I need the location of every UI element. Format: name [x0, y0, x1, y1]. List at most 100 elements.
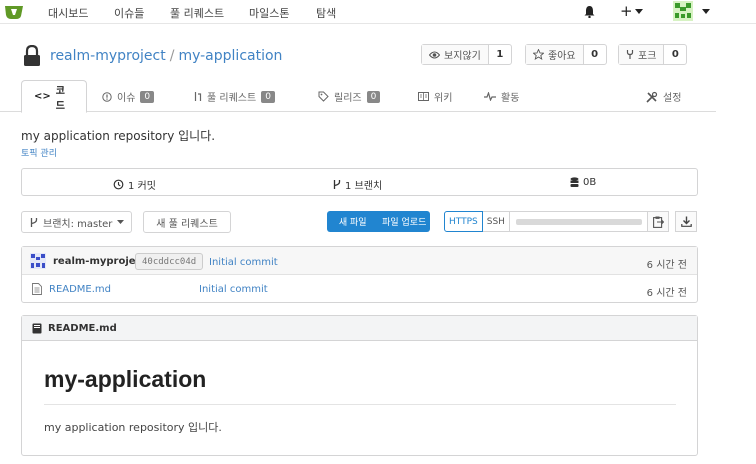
readme-heading: my-application — [44, 366, 207, 392]
tab-settings-label: 설정 — [663, 93, 682, 104]
latest-commit-row: realm-myproject 40cddcc04d Initial commi… — [22, 247, 697, 275]
committer-avatar[interactable] — [30, 253, 46, 269]
top-navbar: 대시보드 이슈들 풀 리퀘스트 마일스톤 탐색 + — [0, 0, 756, 24]
file-commit-link[interactable]: Initial commit — [199, 284, 268, 295]
tag-icon — [318, 91, 329, 102]
tools-icon — [646, 91, 658, 103]
nav-milestones[interactable]: 마일스톤 — [249, 5, 289, 21]
clone-url-redacted — [515, 218, 642, 225]
tab-releases[interactable]: 릴리즈 0 — [306, 80, 392, 113]
star-count[interactable]: 0 — [584, 45, 606, 64]
branch-dropdown-label: 브랜치: master — [43, 218, 113, 230]
issues-count-badge: 0 — [140, 90, 155, 103]
new-pull-request-button[interactable]: 새 풀 리퀘스트 — [143, 211, 231, 233]
repo-name-link[interactable]: my-application — [178, 48, 282, 64]
new-file-button[interactable]: 새 파일 — [327, 215, 379, 228]
branch-icon — [333, 180, 341, 189]
lock-icon — [24, 45, 40, 66]
upload-file-button[interactable]: 파일 업로드 — [379, 215, 431, 228]
tab-activity[interactable]: 활동 — [472, 80, 531, 113]
branch-icon — [30, 217, 38, 227]
history-icon — [113, 179, 124, 190]
copy-url-button[interactable] — [647, 211, 669, 232]
nav-dashboard[interactable]: 대시보드 — [48, 5, 88, 21]
tab-code[interactable]: <> 코드 — [21, 80, 87, 113]
book-icon — [32, 323, 42, 333]
clipboard-icon — [652, 216, 664, 228]
commit-author[interactable]: realm-myproject — [53, 256, 146, 267]
repo-title-separator: / — [169, 48, 175, 64]
tab-issues[interactable]: 이슈 0 — [90, 80, 166, 113]
star-label: 좋아요 — [548, 51, 576, 62]
chevron-down-icon[interactable] — [702, 9, 710, 14]
star-icon — [533, 49, 544, 60]
chevron-down-icon[interactable] — [635, 9, 643, 14]
tab-wiki[interactable]: 위키 — [406, 80, 464, 113]
file-text-icon — [32, 283, 42, 295]
eye-icon — [429, 51, 440, 58]
repo-owner-link[interactable]: realm-myproject — [50, 48, 166, 64]
branches-stat[interactable]: 1 브랜치 — [333, 177, 382, 192]
repo-size: 0B — [583, 177, 597, 188]
bell-icon[interactable] — [584, 6, 595, 18]
branches-count: 1 브랜치 — [345, 181, 383, 192]
clone-https-button[interactable]: HTTPS — [444, 211, 483, 232]
manage-topics-link[interactable]: 토픽 관리 — [21, 146, 57, 159]
readme-divider — [44, 404, 676, 405]
pulls-count-badge: 0 — [261, 90, 275, 103]
repo-description: my application repository 입니다. — [21, 129, 216, 143]
clone-ssh-button[interactable]: SSH — [482, 211, 510, 232]
commit-time: 6 시간 전 — [646, 260, 687, 271]
gitea-logo-icon[interactable] — [4, 3, 24, 20]
branch-dropdown[interactable]: 브랜치: master — [21, 211, 132, 233]
fork-button[interactable]: 포크 0 — [618, 44, 688, 65]
download-icon — [680, 216, 692, 227]
file-table: realm-myproject 40cddcc04d Initial commi… — [21, 246, 698, 303]
download-button[interactable] — [675, 211, 697, 232]
fork-icon — [626, 50, 634, 59]
watch-count[interactable]: 1 — [489, 45, 511, 64]
readme-header: README.md — [22, 316, 697, 341]
tab-activity-label: 활동 — [501, 93, 520, 104]
fork-label: 포크 — [638, 51, 657, 62]
readme-body: my application repository 입니다. — [44, 421, 222, 434]
nav-pull-requests[interactable]: 풀 리퀘스트 — [170, 5, 224, 21]
issue-icon — [102, 91, 112, 102]
fork-count[interactable]: 0 — [664, 45, 686, 64]
star-button[interactable]: 좋아요 0 — [525, 44, 607, 65]
tab-settings[interactable]: 설정 — [634, 80, 693, 113]
code-icon: <> — [34, 91, 51, 102]
readme-filename: README.md — [48, 322, 117, 334]
nav-explore[interactable]: 탐색 — [316, 5, 336, 21]
clone-url-input[interactable] — [509, 211, 650, 232]
book-icon — [418, 92, 429, 101]
commit-sha-button[interactable]: 40cddcc04d — [135, 253, 204, 270]
readme-panel: README.md my-application my application … — [21, 315, 698, 456]
tab-pulls-label: 풀 리퀘스트 — [207, 93, 257, 104]
tab-releases-label: 릴리즈 — [334, 93, 362, 104]
commits-stat[interactable]: 1 커밋 — [113, 177, 156, 192]
file-name-link[interactable]: README.md — [49, 284, 111, 295]
repo-title: realm-myproject / my-application — [50, 48, 282, 64]
file-time: 6 시간 전 — [646, 288, 687, 299]
user-avatar[interactable] — [673, 1, 693, 21]
watch-label: 보지않기 — [444, 51, 481, 62]
size-stat: 0B — [570, 177, 596, 188]
watch-button[interactable]: 보지않기 1 — [421, 44, 512, 65]
database-icon — [570, 177, 579, 187]
repo-header: realm-myproject / my-application 보지않기 1 좋아… — [0, 24, 716, 113]
repo-tabs: <> 코드 이슈 0 풀 리퀘스트 0 릴리즈 0 위키 활동 설정 — [0, 80, 716, 113]
releases-count-badge: 0 — [366, 90, 381, 103]
caret-down-icon — [117, 220, 125, 224]
commit-message[interactable]: Initial commit — [209, 257, 278, 268]
pull-request-icon — [194, 92, 202, 101]
create-plus-icon[interactable]: + — [620, 2, 633, 20]
repo-stats-bar: 1 커밋 1 브랜치 0B — [21, 168, 698, 196]
tab-code-label: 코드 — [55, 85, 65, 112]
pulse-icon — [484, 92, 496, 101]
tab-issues-label: 이슈 — [117, 93, 136, 104]
tab-pull-requests[interactable]: 풀 리퀘스트 0 — [182, 80, 287, 113]
nav-issues[interactable]: 이슈들 — [114, 5, 144, 21]
clone-url-group: HTTPS SSH — [444, 211, 650, 232]
file-actions-group: 새 파일 파일 업로드 — [327, 211, 430, 232]
